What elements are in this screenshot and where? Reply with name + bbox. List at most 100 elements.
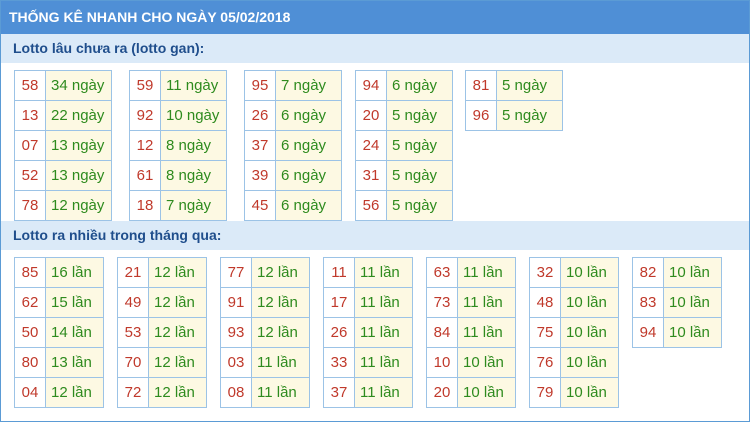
nhieu-row: 82 10 lần: [633, 258, 722, 288]
days-count: 5 ngày: [387, 101, 453, 130]
lotto-number: 82: [633, 258, 664, 287]
nhieu-row: 03 11 lần: [221, 348, 310, 378]
days-count: 34 ngày: [46, 71, 112, 100]
nhieu-row: 17 11 lần: [324, 288, 413, 318]
times-count: 10 lần: [561, 378, 619, 407]
nhieu-section-heading: Lotto ra nhiều trong tháng qua:: [1, 221, 749, 250]
lotto-number: 91: [221, 288, 252, 317]
times-count: 11 lần: [252, 378, 310, 407]
days-count: 7 ngày: [161, 191, 227, 220]
nhieu-row: 26 11 lần: [324, 318, 413, 348]
days-count: 12 ngày: [46, 191, 112, 220]
nhieu-row: 73 11 lần: [427, 288, 516, 318]
lotto-number: 80: [15, 348, 46, 377]
times-count: 12 lần: [149, 288, 207, 317]
times-count: 12 lần: [149, 258, 207, 287]
lotto-number: 32: [530, 258, 561, 287]
days-count: 5 ngày: [387, 131, 453, 160]
lotto-number: 94: [356, 71, 387, 100]
days-count: 5 ngày: [497, 101, 563, 130]
times-count: 10 lần: [561, 288, 619, 317]
lotto-number: 33: [324, 348, 355, 377]
lotto-number: 61: [130, 161, 161, 190]
gan-row: 39 6 ngày: [245, 161, 342, 191]
gan-section-heading: Lotto lâu chưa ra (lotto gan):: [1, 34, 749, 63]
nhieu-row: 48 10 lần: [530, 288, 619, 318]
nhieu-row: 83 10 lần: [633, 288, 722, 318]
nhieu-row: 62 15 lần: [15, 288, 104, 318]
days-count: 5 ngày: [387, 191, 453, 220]
nhieu-row: 84 11 lần: [427, 318, 516, 348]
gan-row: 45 6 ngày: [245, 191, 342, 221]
gan-group: 94 6 ngày 20 5 ngày 24 5 ngày 31 5 ngày 56 5 ngày: [355, 70, 453, 221]
times-count: 11 lần: [355, 258, 413, 287]
gan-row: 81 5 ngày: [466, 71, 563, 101]
days-count: 10 ngày: [161, 101, 227, 130]
gan-row: 37 6 ngày: [245, 131, 342, 161]
gan-row: 20 5 ngày: [356, 101, 453, 131]
nhieu-row: 85 16 lần: [15, 258, 104, 288]
lotto-number: 85: [15, 258, 46, 287]
lotto-number: 26: [245, 101, 276, 130]
lotto-number: 48: [530, 288, 561, 317]
lotto-number: 03: [221, 348, 252, 377]
times-count: 15 lần: [46, 288, 104, 317]
lotto-number: 08: [221, 378, 252, 407]
nhieu-row: 77 12 lần: [221, 258, 310, 288]
gan-group: 95 7 ngày 26 6 ngày 37 6 ngày 39 6 ngày 45 6 ngày: [244, 70, 342, 221]
lotto-number: 58: [15, 71, 46, 100]
times-count: 12 lần: [252, 288, 310, 317]
lotto-number: 70: [118, 348, 149, 377]
gan-row: 07 13 ngày: [15, 131, 112, 161]
times-count: 12 lần: [252, 318, 310, 347]
stats-panel: THỐNG KÊ NHANH CHO NGÀY 05/02/2018 Lotto…: [0, 0, 750, 422]
gan-row: 78 12 ngày: [15, 191, 112, 221]
nhieu-row: 21 12 lần: [118, 258, 207, 288]
nhieu-row: 33 11 lần: [324, 348, 413, 378]
lotto-number: 07: [15, 131, 46, 160]
nhieu-row: 11 11 lần: [324, 258, 413, 288]
days-count: 6 ngày: [387, 71, 453, 100]
gan-row: 58 34 ngày: [15, 71, 112, 101]
times-count: 11 lần: [458, 258, 516, 287]
lotto-number: 17: [324, 288, 355, 317]
gan-row: 18 7 ngày: [130, 191, 227, 221]
lotto-number: 83: [633, 288, 664, 317]
times-count: 11 lần: [458, 318, 516, 347]
days-count: 5 ngày: [497, 71, 563, 100]
days-count: 13 ngày: [46, 161, 112, 190]
lotto-number: 84: [427, 318, 458, 347]
gan-row: 59 11 ngày: [130, 71, 227, 101]
days-count: 22 ngày: [46, 101, 112, 130]
lotto-number: 11: [324, 258, 355, 287]
lotto-number: 20: [427, 378, 458, 407]
times-count: 10 lần: [664, 318, 722, 347]
gan-row: 61 8 ngày: [130, 161, 227, 191]
nhieu-row: 76 10 lần: [530, 348, 619, 378]
lotto-number: 21: [118, 258, 149, 287]
times-count: 10 lần: [561, 258, 619, 287]
nhieu-row: 20 10 lần: [427, 378, 516, 408]
times-count: 11 lần: [355, 288, 413, 317]
lotto-number: 24: [356, 131, 387, 160]
times-count: 14 lần: [46, 318, 104, 347]
nhieu-row: 49 12 lần: [118, 288, 207, 318]
lotto-number: 59: [130, 71, 161, 100]
nhieu-row: 32 10 lần: [530, 258, 619, 288]
lotto-number: 20: [356, 101, 387, 130]
gan-row: 52 13 ngày: [15, 161, 112, 191]
lotto-number: 52: [15, 161, 46, 190]
times-count: 11 lần: [458, 288, 516, 317]
times-count: 12 lần: [46, 378, 104, 407]
lotto-number: 37: [245, 131, 276, 160]
lotto-number: 04: [15, 378, 46, 407]
days-count: 5 ngày: [387, 161, 453, 190]
lotto-number: 31: [356, 161, 387, 190]
panel-title: THỐNG KÊ NHANH CHO NGÀY 05/02/2018: [1, 1, 749, 34]
lotto-number: 53: [118, 318, 149, 347]
gan-row: 12 8 ngày: [130, 131, 227, 161]
nhieu-row: 53 12 lần: [118, 318, 207, 348]
lotto-number: 72: [118, 378, 149, 407]
lotto-number: 76: [530, 348, 561, 377]
times-count: 12 lần: [149, 378, 207, 407]
